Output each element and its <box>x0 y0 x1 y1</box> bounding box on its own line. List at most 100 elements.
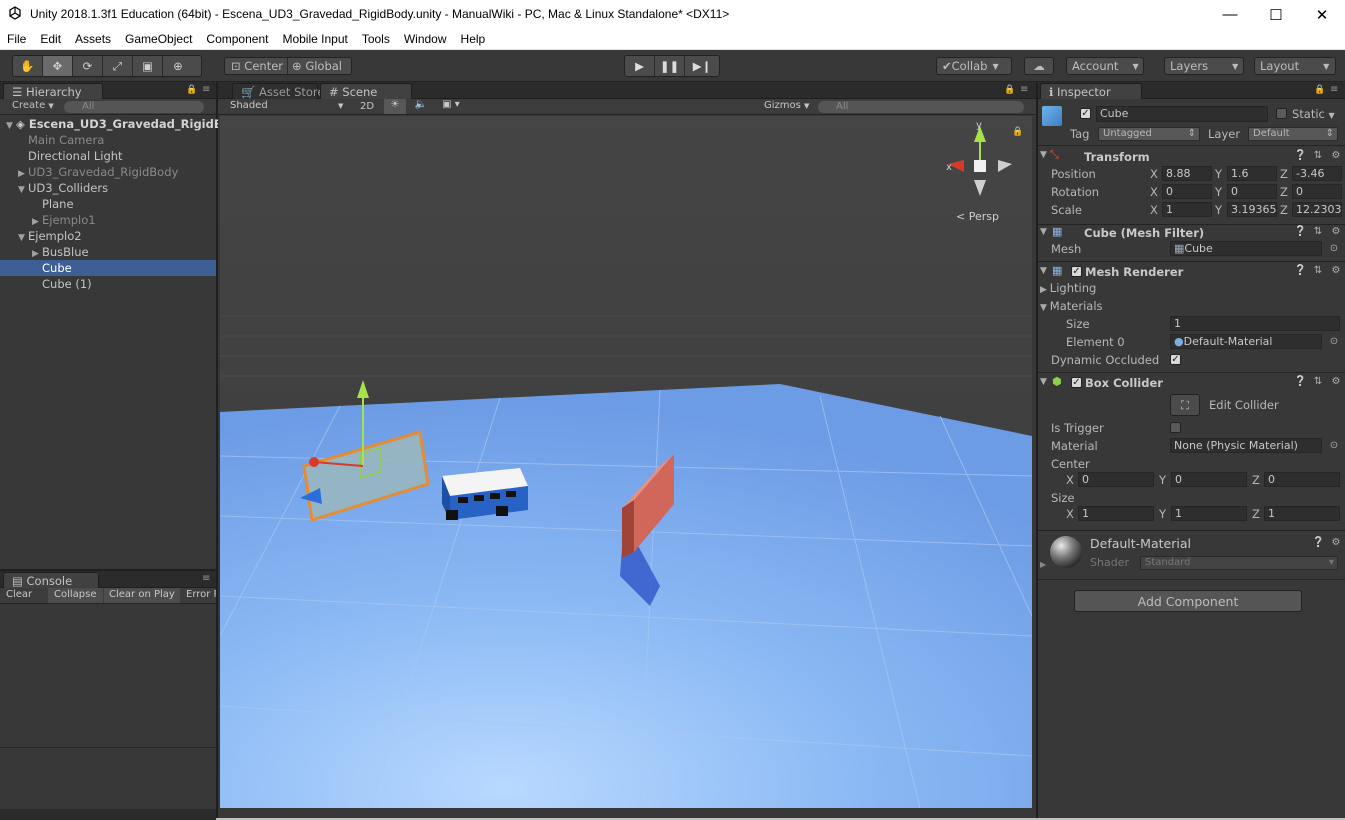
gear-icon[interactable]: ⚙ <box>1330 376 1342 388</box>
help-icon[interactable]: ❔ <box>1294 376 1306 388</box>
cloud-button[interactable]: ☁ <box>1024 57 1054 75</box>
tab-hierarchy[interactable]: ☰ Hierarchy <box>3 83 103 99</box>
rotation-y-field[interactable]: 0 <box>1227 184 1277 199</box>
help-icon[interactable]: ❔ <box>1294 265 1306 277</box>
menu-mobile-input[interactable]: Mobile Input <box>275 29 354 49</box>
hierarchy-search-input[interactable]: All <box>64 101 204 113</box>
expand-arrow-icon[interactable]: ▼ <box>1040 266 1047 276</box>
rotation-x-field[interactable]: 0 <box>1162 184 1212 199</box>
center-y-field[interactable]: 0 <box>1171 472 1247 487</box>
hierarchy-item[interactable]: ▶ Ejemplo1 <box>0 212 216 228</box>
plane-mesh[interactable] <box>220 384 1032 808</box>
hierarchy-item[interactable]: Plane <box>0 196 216 212</box>
layout-dropdown[interactable]: Layout ▼ <box>1254 57 1336 75</box>
preset-icon[interactable]: ⇅ <box>1312 376 1324 388</box>
size-z-field[interactable]: 1 <box>1264 506 1340 521</box>
static-checkbox[interactable] <box>1276 108 1287 119</box>
scale-tool-icon[interactable]: ⤢ <box>103 56 133 76</box>
lighting-foldout[interactable]: ▶ Lighting <box>1040 281 1096 295</box>
gizmos-dropdown[interactable]: Gizmos ▼ <box>764 100 809 111</box>
step-icon[interactable]: ▶❙ <box>685 56 719 76</box>
tab-asset-store[interactable]: 🛒 Asset Store <box>232 83 324 99</box>
gear-icon[interactable]: ⚙ <box>1330 150 1342 162</box>
is-trigger-checkbox[interactable] <box>1170 422 1181 433</box>
expand-arrow-icon[interactable]: ▼ <box>1040 377 1047 387</box>
panel-menu-icon[interactable]: ≡ <box>1020 84 1028 95</box>
help-icon[interactable]: ❔ <box>1312 537 1324 549</box>
2d-toggle[interactable]: 2D <box>354 99 380 114</box>
pivot-global-button[interactable]: ⊕ Global <box>288 58 346 74</box>
hierarchy-item[interactable]: Cube (1) <box>0 276 216 292</box>
minimize-button[interactable]: — <box>1207 0 1253 29</box>
scale-y-field[interactable]: 3.19365 <box>1227 202 1277 217</box>
mesh-renderer-enabled-checkbox[interactable]: ✓ <box>1071 266 1082 277</box>
object-picker-icon[interactable]: ⊙ <box>1328 336 1340 348</box>
object-picker-icon[interactable]: ⊙ <box>1328 243 1340 255</box>
expand-arrow-icon[interactable]: ▶ <box>1040 560 1046 569</box>
active-checkbox[interactable]: ✓ <box>1080 108 1091 119</box>
scene-root-row[interactable]: ▼ ◈ Escena_UD3_Gravedad_RigidBody <box>0 116 246 132</box>
preset-icon[interactable]: ⇅ <box>1312 150 1324 162</box>
pause-icon[interactable]: ❚❚ <box>655 56 685 76</box>
edit-collider-button[interactable]: ⛶ <box>1170 394 1200 416</box>
transform-tool-icon[interactable]: ⊕ <box>163 56 193 76</box>
play-icon[interactable]: ▶ <box>625 56 655 76</box>
move-tool-icon[interactable]: ✥ <box>43 56 73 76</box>
rect-tool-icon[interactable]: ▣ <box>133 56 163 76</box>
box-collider-enabled-checkbox[interactable]: ✓ <box>1071 377 1082 388</box>
lock-icon[interactable]: 🔒 <box>186 85 197 95</box>
scene-viewport[interactable]: x y < Persp 🔒 <box>220 116 1032 808</box>
collapse-button[interactable]: Collapse <box>48 588 103 603</box>
size-y-field[interactable]: 1 <box>1171 506 1247 521</box>
center-x-field[interactable]: 0 <box>1078 472 1154 487</box>
tab-console[interactable]: ▤ Console <box>3 572 99 588</box>
size-x-field[interactable]: 1 <box>1078 506 1154 521</box>
add-component-button[interactable]: Add Component <box>1074 590 1302 612</box>
menu-tools[interactable]: Tools <box>355 29 397 49</box>
gear-icon[interactable]: ⚙ <box>1330 265 1342 277</box>
lighting-toggle-icon[interactable]: ☀ <box>384 99 406 114</box>
error-pause-button[interactable]: Error Pause <box>182 589 216 600</box>
audio-toggle-icon[interactable]: 🔈 <box>410 99 432 114</box>
layer-dropdown[interactable]: Default ⇕ <box>1248 127 1338 141</box>
shading-mode-dropdown[interactable]: Shaded ▼ <box>230 100 346 111</box>
panel-menu-icon[interactable]: ≡ <box>1330 84 1338 95</box>
menu-file[interactable]: File <box>0 29 33 49</box>
perspective-label[interactable]: < Persp <box>956 210 999 223</box>
position-y-field[interactable]: 1.6 <box>1227 166 1277 181</box>
close-button[interactable]: ✕ <box>1299 0 1345 29</box>
pivot-center-button[interactable]: ⊡ Center <box>225 58 289 74</box>
materials-size-field[interactable]: 1 <box>1170 316 1340 331</box>
lock-icon[interactable]: 🔒 <box>1004 85 1015 95</box>
menu-gameobject[interactable]: GameObject <box>118 29 199 49</box>
menu-help[interactable]: Help <box>454 29 493 49</box>
object-picker-icon[interactable]: ⊙ <box>1328 440 1340 452</box>
expand-arrow-icon[interactable]: ▼ <box>1040 150 1047 160</box>
rotation-z-field[interactable]: 0 <box>1292 184 1342 199</box>
menu-edit[interactable]: Edit <box>33 29 68 49</box>
clear-on-play-button[interactable]: Clear on Play <box>104 588 180 603</box>
hierarchy-item[interactable]: ▶ BusBlue <box>0 244 216 260</box>
help-icon[interactable]: ❔ <box>1294 150 1306 162</box>
scale-x-field[interactable]: 1 <box>1162 202 1212 217</box>
hierarchy-item[interactable]: ▼ UD3_Colliders <box>0 180 216 196</box>
gear-icon[interactable]: ⚙ <box>1330 226 1342 238</box>
tab-inspector[interactable]: ℹ Inspector <box>1040 83 1142 99</box>
gear-icon[interactable]: ⚙ <box>1330 537 1342 549</box>
preset-icon[interactable]: ⇅ <box>1312 226 1324 238</box>
hand-tool-icon[interactable]: ✋ <box>13 56 43 76</box>
hierarchy-item[interactable]: ▶ UD3_Gravedad_RigidBody <box>0 164 216 180</box>
collab-button[interactable]: ✔ Collab ▼ <box>936 57 1012 75</box>
dynamic-occluded-checkbox[interactable]: ✓ <box>1170 354 1181 365</box>
tab-scene[interactable]: # Scene <box>320 83 412 99</box>
hierarchy-item[interactable]: Cube <box>0 260 216 276</box>
scene-search-input[interactable]: All <box>818 101 1024 113</box>
hierarchy-item[interactable]: ▼ Ejemplo2 <box>0 228 216 244</box>
menu-window[interactable]: Window <box>397 29 454 49</box>
preset-icon[interactable]: ⇅ <box>1312 265 1324 277</box>
expand-arrow-icon[interactable]: ▼ <box>1040 227 1047 237</box>
element0-field[interactable]: ●Default-Material <box>1170 334 1322 349</box>
layers-dropdown[interactable]: Layers ▼ <box>1164 57 1244 75</box>
scene-lock-icon[interactable]: 🔒 <box>1012 126 1023 137</box>
create-dropdown[interactable]: Create ▼ <box>12 100 54 111</box>
